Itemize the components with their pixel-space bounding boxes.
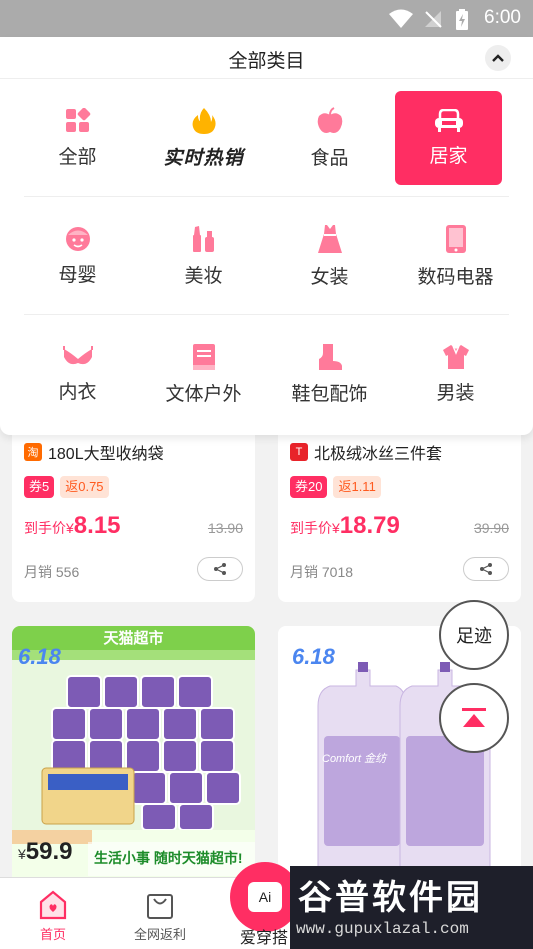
product-title: 180L大型收纳袋 — [48, 446, 164, 463]
baby-icon — [65, 226, 90, 251]
dropdown-title: 全部类目 — [228, 51, 305, 72]
grid-icon — [65, 107, 90, 132]
rebate-badge: 返1.11 — [333, 476, 381, 498]
category-label: 居家 — [429, 145, 468, 167]
category-row: 全部 实时热销 食品 居家 — [24, 79, 509, 197]
nav-rebate[interactable]: 全网返利 — [120, 890, 200, 943]
category-label: 内衣 — [58, 381, 97, 403]
dropdown-header: 全部类目 — [0, 37, 533, 79]
price-label: 到手价¥ — [290, 520, 340, 536]
back-to-top-button[interactable] — [439, 683, 509, 753]
clock: 6:00 — [484, 7, 521, 28]
category-label: 数码电器 — [417, 266, 494, 288]
apple-icon — [317, 106, 342, 133]
promo-price-value: 59.9 — [25, 838, 73, 865]
monthly-sales: 月销 7018 — [290, 564, 354, 580]
category-row: 母婴 美妆 女装 数码电器 — [24, 197, 509, 315]
dress-icon — [317, 224, 342, 253]
category-label: 女装 — [310, 266, 349, 288]
product-card[interactable]: T 北极绒冰丝三件套 券20 返1.11 到手价¥18.79 39.90 月销 … — [278, 412, 521, 602]
home-icon — [39, 890, 67, 920]
product-title-row: T 北极绒冰丝三件套 — [290, 440, 442, 464]
share-icon — [480, 563, 492, 575]
category-sports-stationery[interactable]: 文体户外 — [150, 327, 257, 421]
promo-price: ¥59.9 — [18, 838, 73, 866]
category-label: 食品 — [310, 147, 349, 169]
category-label: 母婴 — [58, 264, 97, 286]
price-row: 到手价¥8.15 13.90 — [24, 512, 243, 542]
category-womens-wear[interactable]: 女装 — [276, 209, 383, 303]
product-title-row: 淘 180L大型收纳袋 — [24, 440, 164, 464]
watermark-title: 谷普软件园 — [298, 879, 483, 917]
signal-off-icon — [425, 11, 442, 28]
bra-icon — [62, 345, 93, 364]
category-hot-sales[interactable]: 实时热销 — [150, 91, 257, 185]
original-price: 13.90 — [207, 520, 243, 536]
618-badge: 6.18 — [18, 644, 61, 669]
rebate-badge: 返0.75 — [60, 476, 109, 498]
coupon-badge: 券20 — [290, 476, 328, 498]
category-mother-baby[interactable]: 母婴 — [24, 209, 131, 303]
bag-icon — [147, 894, 173, 919]
flame-icon — [192, 107, 216, 134]
monthly-sales: 月销 556 — [24, 564, 80, 580]
category-food[interactable]: 食品 — [276, 91, 383, 185]
coupon-badge: 券5 — [24, 476, 55, 498]
chevron-up-icon — [492, 54, 504, 62]
price-value: 8.15 — [73, 512, 121, 539]
shirt-icon — [442, 344, 469, 369]
taobao-icon: 淘 — [24, 443, 42, 461]
category-all[interactable]: 全部 — [24, 91, 131, 185]
boot-icon — [318, 343, 342, 370]
category-row: 内衣 文体户外 鞋包配饰 男装 — [24, 315, 509, 433]
original-price: 39.90 — [473, 520, 509, 536]
product-tags: 券5 返0.75 — [24, 476, 109, 498]
category-label: 鞋包配饰 — [291, 383, 368, 405]
watermark: 谷普软件园 www.gupuxlazal.com — [290, 866, 533, 949]
category-home[interactable]: 居家 — [395, 91, 502, 185]
promo-slogan: 生活小事 随时天猫超市! — [94, 850, 243, 866]
ai-outfit-label: 爱穿搭 — [240, 930, 289, 947]
price-label: 到手价¥ — [24, 520, 74, 536]
share-icon — [214, 563, 226, 575]
watermark-url: www.gupuxlazal.com — [296, 920, 469, 938]
share-button[interactable] — [463, 557, 509, 581]
category-shoes-bags[interactable]: 鞋包配饰 — [276, 327, 383, 421]
product-title: 北极绒冰丝三件套 — [314, 446, 443, 463]
book-icon — [192, 343, 215, 370]
category-menswear[interactable]: 男装 — [402, 327, 509, 421]
share-button[interactable] — [197, 557, 243, 581]
category-label: 美妆 — [184, 265, 223, 287]
product-tags: 券20 返1.11 — [290, 476, 381, 498]
618-badge: 6.18 — [292, 644, 335, 669]
category-beauty[interactable]: 美妆 — [150, 209, 257, 303]
price-row: 到手价¥18.79 39.90 — [290, 512, 509, 542]
collapse-button[interactable] — [485, 45, 511, 71]
category-label: 文体户外 — [165, 383, 242, 405]
phone-icon — [445, 224, 466, 253]
sofa-icon — [434, 108, 463, 132]
category-digital[interactable]: 数码电器 — [402, 209, 509, 303]
category-label: 男装 — [436, 382, 475, 404]
wifi-icon — [389, 9, 413, 28]
cosmetics-icon — [192, 225, 214, 252]
product-card[interactable]: 淘 180L大型收纳袋 券5 返0.75 到手价¥8.15 13.90 月销 5… — [12, 412, 255, 602]
nav-label: 全网返利 — [133, 927, 186, 942]
ai-icon: Ai — [248, 882, 282, 912]
category-grid: 全部 实时热销 食品 居家 母婴 美妆 女装 数码电器 内衣 文体户外 鞋包配饰… — [24, 79, 509, 433]
category-label: 实时热销 — [163, 147, 244, 169]
category-underwear[interactable]: 内衣 — [24, 327, 131, 421]
tmall-icon: T — [290, 443, 308, 461]
nav-home[interactable]: 首页 — [13, 890, 93, 943]
back-to-top-icon — [462, 708, 486, 727]
product-image-card[interactable]: 天猫超市 6.18 ¥59.9 生活小事 随时天猫超市! — [12, 626, 255, 886]
promo-price-prefix: ¥ — [18, 846, 26, 862]
nav-label: 首页 — [39, 927, 66, 942]
category-label: 全部 — [58, 146, 97, 168]
price-value: 18.79 — [339, 512, 400, 539]
category-dropdown: 全部类目 全部 实时热销 食品 居家 母婴 美妆 女装 数码电器 内衣 文体户外… — [0, 37, 533, 435]
battery-charging-icon — [456, 9, 468, 30]
status-bar: 6:00 — [0, 0, 533, 37]
footprint-button[interactable]: 足迹 — [439, 600, 509, 670]
